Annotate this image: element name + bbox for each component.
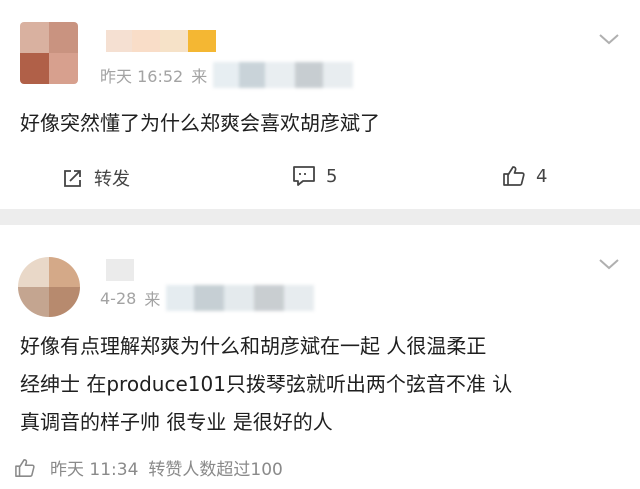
comment-card: 昨天 16:52 来 好像突然懂了为什么郑爽会喜欢胡彦斌了 转发 5 4 xyxy=(0,0,640,209)
comment-footer: 昨天 11:34 转赞人数超过100 xyxy=(14,455,283,480)
repost-button[interactable]: 转发 xyxy=(62,165,130,191)
like-count: 4 xyxy=(536,165,548,187)
username-blurred[interactable] xyxy=(106,259,134,281)
username-blurred[interactable] xyxy=(106,30,216,52)
comment-button[interactable]: 5 xyxy=(292,165,337,187)
share-icon xyxy=(64,170,81,187)
comment-icon xyxy=(293,166,315,186)
comment-text-line: 好像有点理解郑爽为什么和胡彦斌在一起 人很温柔正 xyxy=(20,334,487,358)
comment-count: 5 xyxy=(326,165,338,187)
comment-text: 好像有点理解郑爽为什么和胡彦斌在一起 人很温柔正 经绅士 在produce101… xyxy=(20,327,512,441)
like-button[interactable]: 4 xyxy=(502,165,547,187)
chevron-down-icon[interactable] xyxy=(598,257,620,271)
post-meta: 4-28 来 xyxy=(100,285,315,311)
post-time: 4-28 xyxy=(100,288,137,308)
thumbs-up-icon[interactable] xyxy=(14,458,36,478)
chevron-down-icon[interactable] xyxy=(598,32,620,46)
footer-time: 昨天 11:34 xyxy=(50,460,139,480)
comment-text-line: 经绅士 在produce101只拨琴弦就听出两个弦音不准 认 xyxy=(20,372,513,396)
source-label: 来 xyxy=(144,290,161,309)
comment-card: 4-28 来 好像有点理解郑爽为什么和胡彦斌在一起 人很温柔正 经绅士 在pro… xyxy=(0,225,640,489)
avatar[interactable] xyxy=(18,257,80,317)
avatar[interactable] xyxy=(20,22,78,84)
card-separator xyxy=(0,209,640,225)
thumbs-up-icon xyxy=(503,166,525,186)
comment-text: 好像突然懂了为什么郑爽会喜欢胡彦斌了 xyxy=(20,111,380,135)
repost-label: 转发 xyxy=(94,169,130,190)
post-meta: 昨天 16:52 来 xyxy=(100,62,354,88)
source-blurred xyxy=(166,285,315,311)
source-blurred xyxy=(213,62,354,88)
post-time: 昨天 16:52 xyxy=(100,67,184,86)
source-label: 来 xyxy=(191,67,208,86)
comment-text-line: 真调音的样子帅 很专业 是很好的人 xyxy=(20,410,333,434)
footer-note: 转赞人数超过100 xyxy=(148,460,283,480)
